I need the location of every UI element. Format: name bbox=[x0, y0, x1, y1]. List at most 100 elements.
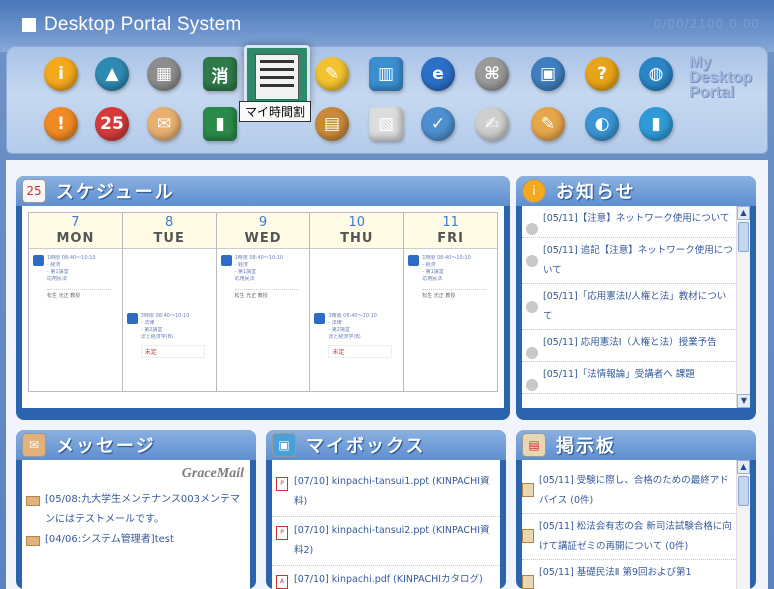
help-icon[interactable]: ? bbox=[585, 57, 619, 91]
entry-line: - 第2講堂 bbox=[140, 327, 163, 333]
schedule-entry[interactable]: 1時限 08:40～10:10 - 経済 - 第1講堂 応用民法 松生 光正 教… bbox=[220, 255, 299, 299]
blackboard-icon[interactable]: 消 bbox=[203, 57, 237, 91]
week-schedule-table: 7 MON 1時限 08:40～10:10 - 経済 - 第1講堂 応用民法 松… bbox=[28, 212, 498, 392]
notice-link[interactable]: [05/11]「応用憲法Ⅰ/人権と法」教材について bbox=[543, 287, 736, 327]
list-item[interactable]: [05/11]【注意】ネットワーク使用について bbox=[522, 206, 736, 238]
board-link[interactable]: [05/11] 受験に際し、合格のための最終アドバイス (0件) bbox=[539, 471, 736, 511]
file-link[interactable]: [07/10] kinpachi.pdf (KINPACHIカタログ) bbox=[294, 570, 483, 589]
file-item[interactable]: P [07/10] kinpachi-tansui2.ppt (KINPACHI資… bbox=[272, 517, 500, 566]
books-icon[interactable]: ▥ bbox=[369, 57, 403, 91]
box-icon: ▣ bbox=[272, 433, 296, 457]
graduation-cap-icon[interactable]: ▲ bbox=[95, 57, 129, 91]
board-title: 掲示板 bbox=[556, 436, 616, 457]
network-icon[interactable]: ⌘ bbox=[475, 57, 509, 91]
edit-pen-icon bbox=[126, 313, 138, 324]
list-item[interactable]: [05/11]「法情報論」受講者へ 課題 bbox=[522, 362, 736, 394]
day-header[interactable]: 11 FRI bbox=[404, 213, 497, 249]
info-icon[interactable]: i bbox=[44, 57, 78, 91]
message-item[interactable]: [04/06:システム管理者]test bbox=[22, 530, 250, 550]
mybox-panel: ▣ マイボックス P [07/10] kinpachi-tansui1.ppt (… bbox=[266, 430, 506, 589]
bullet-icon bbox=[526, 379, 538, 391]
schedule-panel: 25 スケジュール 7 MON 1時限 08:40～10:10 - 経済 - 第… bbox=[16, 176, 510, 420]
edit-pen-icon bbox=[314, 313, 326, 324]
edit-pen-icon bbox=[33, 255, 44, 266]
message-link[interactable]: [04/06:システム管理者]test bbox=[45, 530, 174, 550]
mybox-title: マイボックス bbox=[306, 436, 426, 457]
list-item[interactable]: [05/11]「応用憲法Ⅰ/人権と法」教材について bbox=[522, 284, 736, 330]
file-item[interactable]: A [07/10] kinpachi.pdf (KINPACHIカタログ) bbox=[272, 566, 500, 589]
notes-icon[interactable]: ✎ bbox=[315, 57, 349, 91]
form-icon[interactable]: ✍ bbox=[475, 107, 509, 141]
scroll-thumb[interactable] bbox=[738, 222, 749, 252]
timetable-icon[interactable] bbox=[244, 45, 310, 107]
notice-link[interactable]: [05/11] 追記【注意】ネットワーク使用について bbox=[543, 241, 736, 281]
kiosk-icon[interactable]: ▣ bbox=[531, 57, 565, 91]
board-scrollbar[interactable]: ▲ bbox=[736, 460, 750, 589]
messages-title: メッセージ bbox=[56, 436, 156, 457]
alert-icon[interactable]: ! bbox=[44, 107, 78, 141]
door-icon[interactable]: ▮ bbox=[203, 107, 237, 141]
entry-line: - 法律 bbox=[328, 320, 342, 326]
app-title: Desktop Portal System bbox=[22, 14, 241, 36]
notice-link[interactable]: [05/11] 応用憲法Ⅰ（人権と法）授業予告 bbox=[543, 333, 736, 353]
scroll-up-icon[interactable]: ▲ bbox=[737, 460, 750, 474]
mail-icon[interactable]: ✉ bbox=[147, 107, 181, 141]
day-header[interactable]: 9 WED bbox=[216, 213, 310, 249]
checklist-icon[interactable]: ✓ bbox=[421, 107, 455, 141]
list-item[interactable]: [05/11] 追記【注意】ネットワーク使用について bbox=[522, 238, 736, 284]
entry-line: 1時限 08:40～10:10 bbox=[234, 255, 284, 261]
building-icon[interactable]: ▦ bbox=[147, 57, 181, 91]
entry-line: 1時限 08:40～10:10 bbox=[47, 255, 96, 261]
earth-icon[interactable]: ◐ bbox=[585, 107, 619, 141]
scroll-thumb[interactable] bbox=[738, 476, 749, 506]
notice-link[interactable]: [05/11]【注意】ネットワーク使用について bbox=[543, 209, 736, 229]
mybox-header: ▣ マイボックス bbox=[266, 430, 506, 460]
scroll-down-icon[interactable]: ▼ bbox=[737, 394, 750, 408]
chart-icon[interactable]: ▮ bbox=[639, 107, 673, 141]
schedule-entry[interactable]: 1時限 08:40～10:10 - 経済 - 第1講堂 応用民法 松生 光正 教… bbox=[408, 255, 487, 299]
scroll-up-icon[interactable]: ▲ bbox=[737, 206, 750, 220]
notices-scrollbar[interactable]: ▲ ▼ bbox=[736, 206, 750, 408]
calendar-icon[interactable]: 25 bbox=[95, 107, 129, 141]
schedule-entry[interactable]: 3時限 08:40～10:10 - 法律 - 第2講堂 法と経済学(B) 未定 bbox=[314, 313, 393, 358]
bullet-icon bbox=[526, 347, 538, 359]
message-item[interactable]: [05/08:九大学生メンテナンス003メンテマンにはテストメールです。 bbox=[22, 490, 250, 530]
notices-header: i お知らせ bbox=[516, 176, 756, 206]
entry-line: - 経済 bbox=[47, 262, 61, 268]
bullet-icon bbox=[526, 255, 538, 267]
day-header[interactable]: 7 MON bbox=[29, 213, 122, 249]
board-link[interactable]: [05/11] 基礎民法Ⅱ 第9回および第1 bbox=[539, 563, 736, 583]
list-item[interactable]: [05/11] 応用憲法Ⅰ（人権と法）授業予告 bbox=[522, 330, 736, 362]
info-icon: i bbox=[522, 179, 546, 203]
ppt-file-icon: P bbox=[276, 477, 288, 491]
day-column-mon: 7 MON 1時限 08:40～10:10 - 経済 - 第1講堂 応用民法 松… bbox=[29, 213, 123, 391]
day-header[interactable]: 10 THU bbox=[310, 213, 404, 249]
board-link[interactable]: [05/11] 松法会有志の会 新司法試験合格に向けて講証ゼミの再開について (… bbox=[539, 517, 736, 557]
notice-link[interactable]: [05/11]「法情報論」受講者へ 課題 bbox=[543, 365, 736, 385]
entry-line: - 第1講堂 bbox=[234, 269, 257, 275]
list-item[interactable]: [05/11] 基礎民法Ⅱ 第9回および第1 bbox=[522, 560, 736, 589]
browser-icon[interactable]: e bbox=[421, 57, 455, 91]
schedule-entry[interactable]: 1時限 08:40～10:10 - 経済 - 第1講堂 応用民法 松生 光正 教… bbox=[33, 255, 111, 299]
messages-panel: ✉ メッセージ GraceMail [05/08:九大学生メンテナンス003メン… bbox=[16, 430, 256, 589]
documents-icon[interactable]: ▧ bbox=[369, 107, 403, 141]
entry-line: - 経済 bbox=[234, 262, 248, 268]
file-link[interactable]: [07/10] kinpachi-tansui1.ppt (KINPACHI資料… bbox=[294, 472, 496, 512]
schedule-entry[interactable]: 3時限 08:40～10:10 - 法律 - 第2講堂 法と経済学(B) 未定 bbox=[126, 313, 205, 358]
day-header[interactable]: 8 TUE bbox=[122, 213, 216, 249]
globe-icon[interactable]: ◍ bbox=[639, 57, 673, 91]
day-name: FRI bbox=[437, 231, 464, 246]
list-item[interactable]: [05/11] 受験に際し、合格のための最終アドバイス (0件) bbox=[522, 468, 736, 514]
entry-line: - 法律 bbox=[140, 320, 155, 326]
list-item[interactable]: [05/11] 松法会有志の会 新司法試験合格に向けて講証ゼミの再開について (… bbox=[522, 514, 736, 560]
entry-line: - 第1講堂 bbox=[47, 269, 69, 275]
entry-line: 3時限 08:40～10:10 bbox=[328, 313, 377, 319]
entry-tag: 未定 bbox=[328, 345, 393, 358]
entry-line: 応用民法 bbox=[234, 276, 255, 282]
message-link[interactable]: [05/08:九大学生メンテナンス003メンテマンにはテストメールです。 bbox=[45, 490, 246, 530]
file-link[interactable]: [07/10] kinpachi-tansui2.ppt (KINPACHI資料… bbox=[294, 521, 496, 561]
file-item[interactable]: P [07/10] kinpachi-tansui1.ppt (KINPACHI資… bbox=[272, 468, 500, 517]
feedback-icon[interactable]: ✎ bbox=[531, 107, 565, 141]
header-bar: Desktop Portal System 0/00/2100 0:00 bbox=[0, 0, 774, 52]
bulletin-board-icon[interactable]: ▤ bbox=[315, 107, 349, 141]
